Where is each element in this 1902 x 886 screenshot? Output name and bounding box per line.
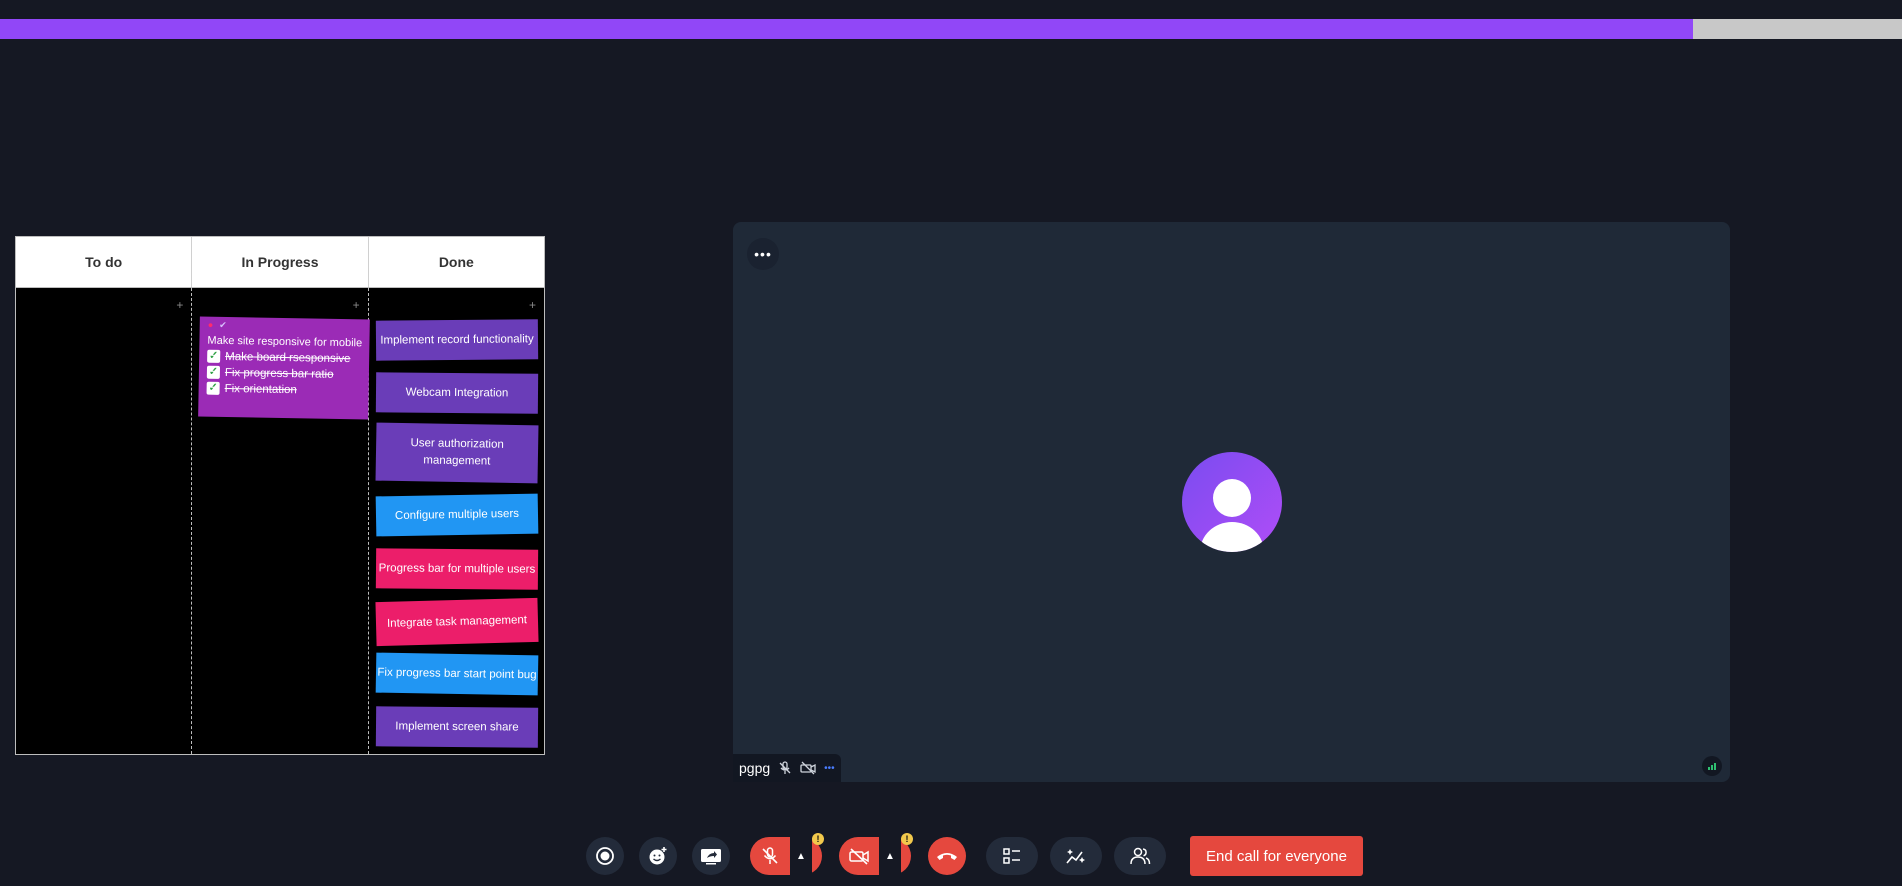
- record-icon: [596, 847, 614, 865]
- mic-options-chevron-icon[interactable]: ▲: [790, 837, 812, 875]
- screen-share-button[interactable]: [692, 837, 730, 875]
- done-card[interactable]: Fix progress bar start point bug: [375, 652, 538, 696]
- warning-badge-icon: !: [812, 833, 824, 845]
- camera-control: ▲ !: [839, 833, 913, 875]
- participant-video-tile: ••• pgpg •••: [733, 222, 1730, 782]
- done-card[interactable]: Configure multiple users: [375, 493, 538, 537]
- done-card[interactable]: Webcam Integration: [375, 372, 538, 414]
- column-title-done: Done: [438, 254, 474, 270]
- subtask-checkbox[interactable]: ✓: [206, 381, 221, 395]
- subtask-item: ✓ Make board rsesponsive: [207, 349, 361, 366]
- column-title-todo: To do: [16, 237, 193, 287]
- call-progress-bar: [0, 19, 1902, 39]
- subtask-item: ✓ Fix orientation: [206, 381, 361, 398]
- emoji-add-icon: [649, 847, 667, 865]
- avatar: [1182, 452, 1282, 552]
- subtask-label: Fix orientation: [224, 382, 298, 396]
- add-card-icon[interactable]: +: [353, 299, 360, 311]
- chart-sparkle-icon: [1066, 849, 1085, 864]
- camera-options-chevron-icon[interactable]: ▲: [879, 837, 901, 875]
- reaction-button[interactable]: [639, 837, 677, 875]
- subtask-label: Make board rsesponsive: [225, 350, 351, 365]
- mic-off-icon: [762, 847, 778, 864]
- user-body: [1200, 522, 1264, 552]
- color-dot-icon[interactable]: ●: [208, 320, 214, 330]
- phone-hangup-icon: [937, 853, 957, 860]
- column-in-progress: + ● ✔ Make site responsive for mobile ✓ …: [192, 288, 371, 754]
- task-card-title: Make site responsive for mobile: [207, 334, 363, 350]
- connection-quality-icon: [1702, 756, 1722, 776]
- subtask-checkbox[interactable]: ✓: [207, 365, 221, 379]
- done-card[interactable]: Implement record functionality: [375, 319, 538, 361]
- more-options-icon[interactable]: •••: [824, 763, 835, 774]
- subtask-item: ✓ Fix progress bar ratio: [207, 365, 361, 382]
- list-icon: [1003, 848, 1020, 864]
- participant-name-tag: pgpg •••: [733, 754, 841, 782]
- people-icon: [1130, 847, 1151, 865]
- whiteboard-button[interactable]: [1050, 837, 1102, 875]
- column-done: + Implement record functionality Webcam …: [369, 288, 544, 754]
- kanban-board: To do In Progress Done + + ● ✔ Make site…: [15, 236, 545, 755]
- participants-button[interactable]: [1114, 837, 1166, 875]
- hang-up-button[interactable]: [928, 837, 966, 875]
- user-head: [1213, 479, 1251, 517]
- toggle-camera-button[interactable]: [839, 837, 879, 875]
- mic-off-icon: [778, 761, 792, 775]
- board-header: To do In Progress Done: [16, 237, 544, 288]
- record-button[interactable]: [586, 837, 624, 875]
- check-icon[interactable]: ✔: [219, 319, 227, 330]
- task-card[interactable]: ● ✔ Make site responsive for mobile ✓ Ma…: [198, 316, 371, 420]
- microphone-control: ▲ !: [750, 833, 824, 875]
- column-title-in-progress: In Progress: [192, 237, 369, 287]
- task-board-button[interactable]: [986, 837, 1038, 875]
- camera-off-icon: [849, 848, 869, 865]
- warning-badge-icon: !: [901, 833, 913, 845]
- add-card-icon[interactable]: +: [529, 299, 536, 311]
- done-card[interactable]: Progress bar for multiple users: [375, 548, 538, 590]
- done-card[interactable]: Integrate task management: [375, 597, 539, 647]
- end-call-for-everyone-button[interactable]: End call for everyone: [1190, 836, 1363, 876]
- call-controls: ▲ ! ▲ ! End call for everyone: [586, 833, 1363, 876]
- participant-name: pgpg: [739, 760, 771, 776]
- mute-mic-button[interactable]: [750, 837, 790, 875]
- add-card-icon[interactable]: +: [176, 299, 183, 311]
- subtask-checkbox[interactable]: ✓: [207, 349, 221, 363]
- subtask-label: Fix progress bar ratio: [225, 366, 334, 381]
- done-card[interactable]: Implement screen share: [375, 706, 538, 748]
- tile-menu-button[interactable]: •••: [747, 238, 779, 270]
- done-card[interactable]: User authorization management: [375, 422, 539, 484]
- call-progress-fill: [0, 19, 1693, 39]
- column-todo: +: [16, 288, 193, 754]
- screen-share-icon: [701, 849, 721, 865]
- camera-off-icon: [800, 761, 816, 775]
